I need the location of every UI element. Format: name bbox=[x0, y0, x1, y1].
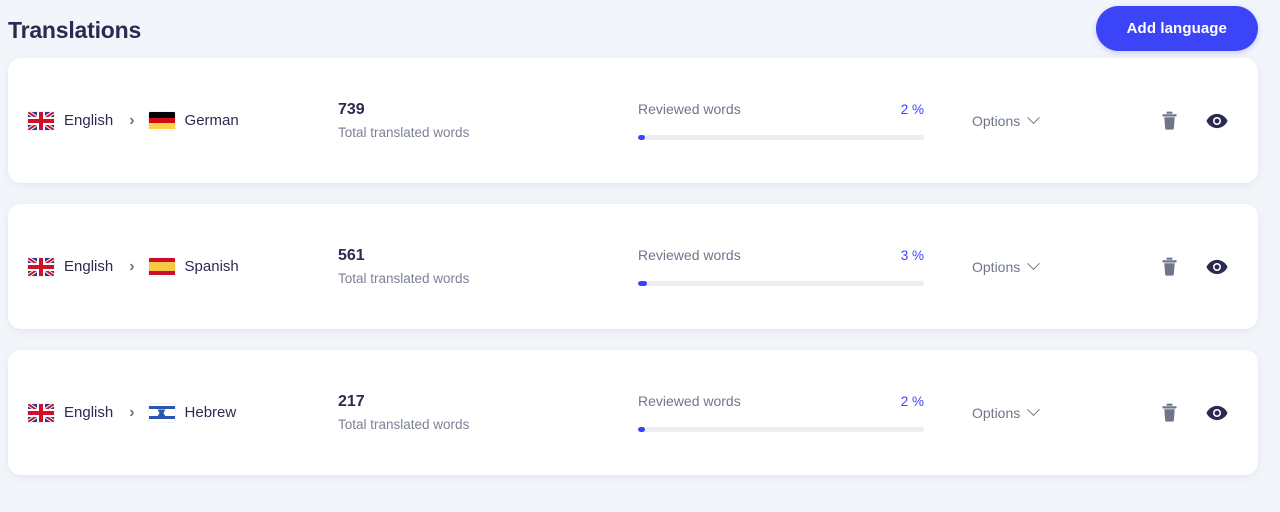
source-language: English bbox=[28, 111, 114, 130]
options-block: Options bbox=[938, 111, 1161, 129]
reviewed-progress-bar bbox=[638, 281, 924, 286]
flag-icon-israel bbox=[148, 403, 175, 422]
translation-row: English › Hebrew 217 Total translated words R… bbox=[8, 350, 1258, 475]
options-block: Options bbox=[938, 257, 1161, 275]
translation-list: English › German 739 Total translated words R… bbox=[0, 58, 1280, 475]
source-language: English bbox=[28, 403, 114, 422]
eye-icon bbox=[1206, 405, 1228, 420]
row-actions bbox=[1161, 257, 1258, 276]
source-language-label: English bbox=[64, 258, 114, 275]
reviewed-progress-bar bbox=[638, 135, 924, 140]
reviewed-progress-fill bbox=[638, 427, 645, 432]
total-words-count: 561 bbox=[338, 246, 365, 264]
reviewed-progress-fill bbox=[638, 135, 645, 140]
trash-icon bbox=[1162, 111, 1177, 130]
preview-button[interactable] bbox=[1206, 259, 1228, 275]
trash-icon bbox=[1162, 403, 1177, 422]
delete-button[interactable] bbox=[1161, 403, 1178, 422]
row-actions bbox=[1161, 403, 1258, 422]
total-words-label: Total translated words bbox=[338, 417, 470, 432]
options-dropdown[interactable]: Options bbox=[972, 403, 1041, 421]
target-language-label: Hebrew bbox=[184, 404, 237, 421]
delete-button[interactable] bbox=[1161, 257, 1178, 276]
chevron-right-icon: › bbox=[129, 403, 135, 421]
source-language-label: English bbox=[64, 112, 114, 129]
options-dropdown[interactable]: Options bbox=[972, 257, 1041, 275]
translation-row: English › Spanish 561 Total translated words… bbox=[8, 204, 1258, 329]
source-language-label: English bbox=[64, 404, 114, 421]
target-language: Spanish bbox=[148, 257, 239, 276]
trash-icon bbox=[1162, 257, 1177, 276]
options-label: Options bbox=[972, 112, 1021, 129]
reviewed-words-label: Reviewed words bbox=[638, 101, 741, 117]
flag-icon-uk bbox=[28, 257, 54, 276]
eye-icon bbox=[1206, 113, 1228, 128]
flag-icon-spain bbox=[148, 257, 175, 276]
reviewed-block: Reviewed words 2 % bbox=[638, 393, 938, 432]
target-language-label: Spanish bbox=[184, 258, 239, 275]
total-words-label: Total translated words bbox=[338, 125, 470, 140]
reviewed-percent: 2 % bbox=[900, 394, 924, 409]
row-actions bbox=[1161, 111, 1258, 130]
target-language: German bbox=[148, 111, 239, 130]
delete-button[interactable] bbox=[1161, 111, 1178, 130]
chevron-right-icon: › bbox=[129, 257, 135, 275]
chevron-down-icon bbox=[1027, 403, 1041, 417]
eye-icon bbox=[1206, 259, 1228, 274]
chevron-down-icon bbox=[1027, 257, 1041, 271]
reviewed-block: Reviewed words 2 % bbox=[638, 101, 938, 140]
add-language-button[interactable]: Add language bbox=[1095, 6, 1258, 51]
target-language-label: German bbox=[184, 112, 239, 129]
options-label: Options bbox=[972, 258, 1021, 275]
reviewed-percent: 2 % bbox=[900, 102, 924, 117]
flag-icon-germany bbox=[148, 111, 175, 130]
total-words-label: Total translated words bbox=[338, 271, 470, 286]
total-words-count: 217 bbox=[338, 392, 365, 410]
options-dropdown[interactable]: Options bbox=[972, 111, 1041, 129]
reviewed-words-label: Reviewed words bbox=[638, 247, 741, 263]
flag-icon-uk bbox=[28, 403, 54, 422]
total-words-block: 561 Total translated words bbox=[338, 246, 638, 287]
reviewed-progress-bar bbox=[638, 427, 924, 432]
language-pair: English › Spanish bbox=[8, 257, 338, 276]
chevron-right-icon: › bbox=[129, 111, 135, 129]
source-language: English bbox=[28, 257, 114, 276]
translation-row: English › German 739 Total translated words R… bbox=[8, 58, 1258, 183]
total-words-block: 217 Total translated words bbox=[338, 392, 638, 433]
options-label: Options bbox=[972, 404, 1021, 421]
total-words-block: 739 Total translated words bbox=[338, 100, 638, 141]
language-pair: English › Hebrew bbox=[8, 403, 338, 422]
target-language: Hebrew bbox=[148, 403, 237, 422]
reviewed-percent: 3 % bbox=[900, 248, 924, 263]
reviewed-words-label: Reviewed words bbox=[638, 393, 741, 409]
preview-button[interactable] bbox=[1206, 113, 1228, 129]
page-title: Translations bbox=[8, 16, 142, 43]
page-header: Translations Add language bbox=[0, 0, 1280, 58]
reviewed-progress-fill bbox=[638, 281, 647, 286]
language-pair: English › German bbox=[8, 111, 338, 130]
preview-button[interactable] bbox=[1206, 405, 1228, 421]
total-words-count: 739 bbox=[338, 100, 365, 118]
reviewed-block: Reviewed words 3 % bbox=[638, 247, 938, 286]
flag-icon-uk bbox=[28, 111, 54, 130]
chevron-down-icon bbox=[1027, 111, 1041, 125]
options-block: Options bbox=[938, 403, 1161, 421]
